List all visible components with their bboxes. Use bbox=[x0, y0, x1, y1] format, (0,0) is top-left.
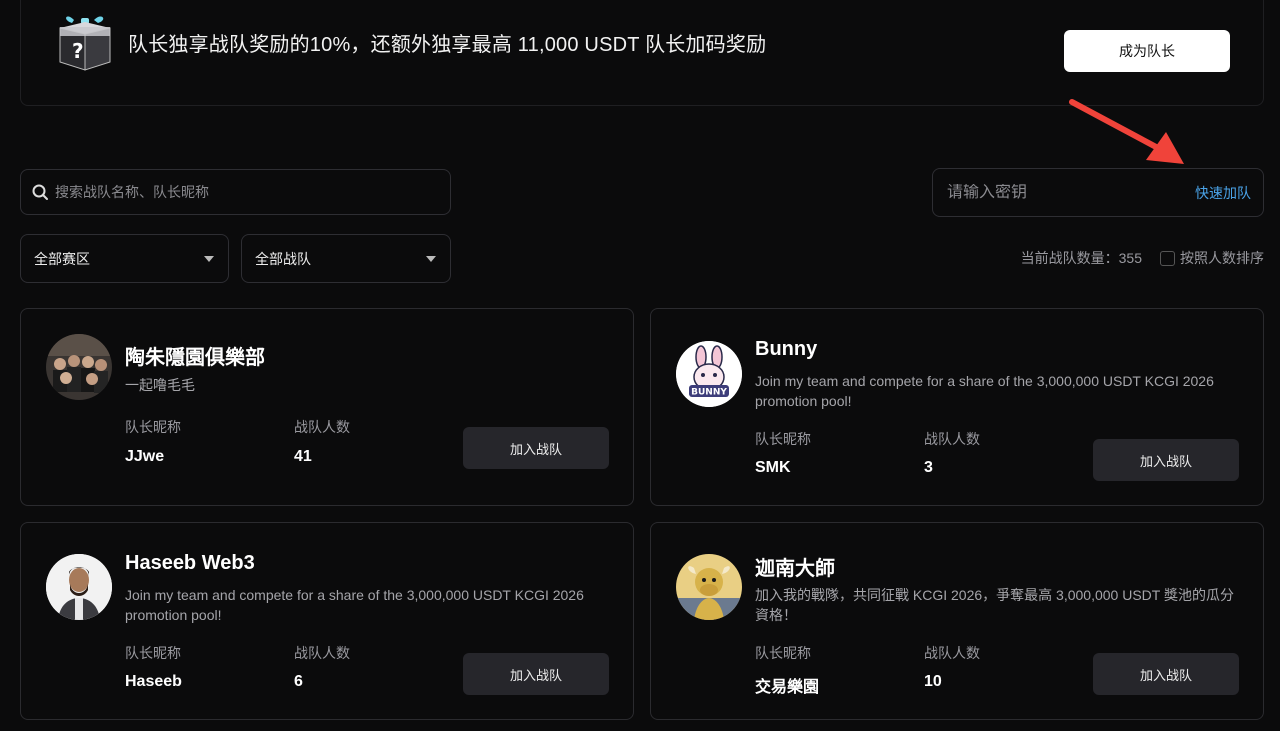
group-photo-avatar-icon bbox=[46, 334, 112, 400]
bunny-logo-icon: BUNNY bbox=[676, 341, 742, 407]
join-team-button[interactable]: 加入战队 bbox=[1093, 439, 1239, 481]
sort-by-members-checkbox[interactable] bbox=[1160, 250, 1175, 266]
banner-promo-text: 队长独享战队奖励的10%，还额外独享最高 11,000 USDT 队长加码奖励 bbox=[128, 34, 767, 56]
svg-text:?: ? bbox=[72, 39, 84, 63]
members-label: 战队人数 bbox=[294, 419, 350, 435]
captain-nickname: Haseeb bbox=[125, 673, 182, 690]
captain-nickname: JJwe bbox=[125, 448, 165, 465]
captain-label: 队长昵称 bbox=[755, 645, 811, 661]
team-name: Bunny bbox=[755, 338, 818, 360]
team-key-box[interactable]: 快速加队 bbox=[932, 168, 1264, 217]
become-captain-button[interactable]: 成为队长 bbox=[1064, 30, 1230, 72]
team-card: 迦南大師 加入我的戰隊，共同征戰 KCGI 2026，爭奪最高 3,000,00… bbox=[650, 522, 1264, 720]
team-key-input[interactable] bbox=[947, 183, 1195, 202]
region-select-value: 全部赛区 bbox=[34, 250, 90, 267]
member-count: 3 bbox=[924, 459, 933, 476]
captain-nickname: SMK bbox=[755, 459, 791, 476]
caret-down-icon bbox=[204, 255, 214, 262]
team-avatar: BUNNY bbox=[676, 341, 742, 407]
team-description: 一起噜毛毛 bbox=[125, 377, 195, 393]
member-count: 6 bbox=[294, 673, 303, 690]
team-avatar bbox=[46, 554, 112, 620]
sort-by-members-label[interactable]: 按照人数排序 bbox=[1180, 248, 1264, 268]
members-label: 战队人数 bbox=[924, 645, 980, 661]
search-icon bbox=[32, 184, 48, 200]
red-arrow-annotation bbox=[1069, 99, 1184, 164]
join-team-button[interactable]: 加入战队 bbox=[463, 427, 609, 469]
region-select[interactable]: 全部赛区 bbox=[20, 234, 229, 283]
team-stats-row: 当前战队数量：355 按照人数排序 bbox=[1021, 248, 1264, 268]
team-search-box[interactable] bbox=[20, 169, 451, 215]
team-name: 迦南大師 bbox=[755, 558, 835, 580]
cartoon-bull-avatar-icon bbox=[676, 554, 742, 620]
members-label: 战队人数 bbox=[294, 645, 350, 661]
search-input[interactable] bbox=[55, 184, 435, 200]
captain-label: 队长昵称 bbox=[755, 431, 811, 447]
team-type-select[interactable]: 全部战队 bbox=[241, 234, 451, 283]
captain-nickname: 交易樂園 bbox=[755, 679, 820, 696]
team-type-select-value: 全部战队 bbox=[255, 250, 311, 267]
user-portrait-icon bbox=[46, 554, 112, 620]
team-card: 陶朱隱園俱樂部 一起噜毛毛 队长昵称 战队人数 JJwe 41 加入战队 bbox=[20, 308, 634, 506]
team-card: BUNNY Bunny Join my team and compete for… bbox=[650, 308, 1264, 506]
captain-label: 队长昵称 bbox=[125, 419, 181, 435]
captain-label: 队长昵称 bbox=[125, 645, 181, 661]
members-label: 战队人数 bbox=[924, 431, 980, 447]
bunny-logo-text: BUNNY bbox=[691, 388, 727, 398]
team-description: Join my team and compete for a share of … bbox=[125, 587, 584, 623]
team-avatar bbox=[46, 334, 112, 400]
team-avatar bbox=[676, 554, 742, 620]
join-team-button[interactable]: 加入战队 bbox=[463, 653, 609, 695]
team-name: 陶朱隱園俱樂部 bbox=[125, 347, 265, 369]
quick-join-link[interactable]: 快速加队 bbox=[1195, 183, 1251, 203]
join-team-button[interactable]: 加入战队 bbox=[1093, 653, 1239, 695]
member-count: 41 bbox=[294, 448, 312, 465]
team-description: 加入我的戰隊，共同征戰 KCGI 2026，爭奪最高 3,000,000 USD… bbox=[755, 587, 1234, 623]
member-count: 10 bbox=[924, 673, 942, 690]
mystery-gift-icon: ? bbox=[59, 16, 111, 71]
team-description: Join my team and compete for a share of … bbox=[755, 373, 1214, 409]
team-count-label: 当前战队数量：355 bbox=[1020, 250, 1142, 266]
team-name: Haseeb Web3 bbox=[125, 552, 255, 574]
caret-down-icon bbox=[426, 255, 436, 262]
team-card: Haseeb Web3 Join my team and compete for… bbox=[20, 522, 634, 720]
